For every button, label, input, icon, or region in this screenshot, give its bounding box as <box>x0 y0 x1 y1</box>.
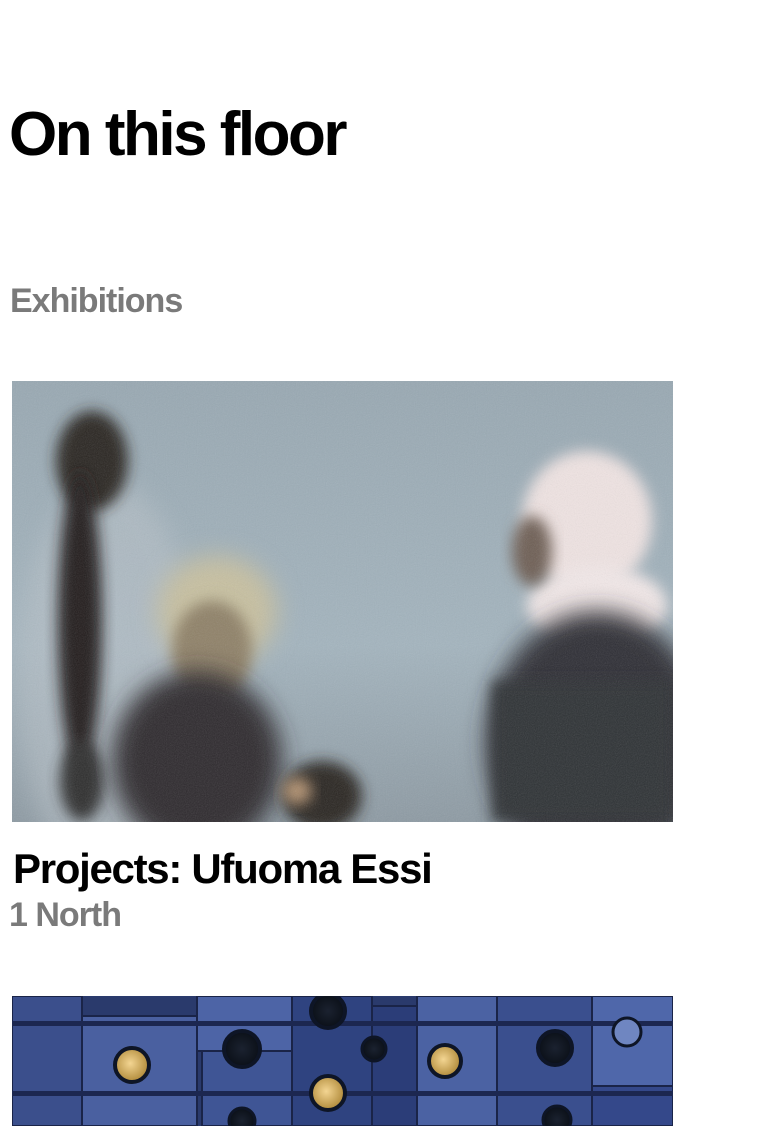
exhibition-image[interactable] <box>12 996 673 1126</box>
exhibition-title[interactable]: Projects: Ufuoma Essi <box>13 848 673 890</box>
exhibition-image[interactable] <box>12 381 673 822</box>
film-still-photo-icon <box>12 381 673 822</box>
exhibition-card[interactable] <box>12 996 673 1126</box>
exhibition-location: 1 North <box>9 896 122 934</box>
capsule-tower-photo-icon <box>12 996 673 1126</box>
page-title: On this floor <box>9 100 348 169</box>
exhibition-card[interactable]: Projects: Ufuoma Essi 1 North <box>9 381 673 934</box>
section-heading-exhibitions: Exhibitions <box>10 282 183 320</box>
